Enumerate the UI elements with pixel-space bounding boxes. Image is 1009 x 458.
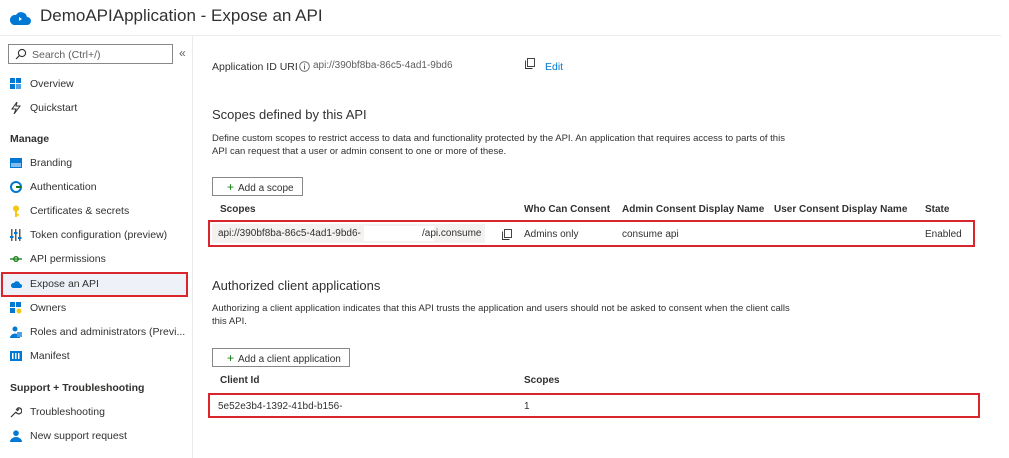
sidebar-item-troubleshooting[interactable]: Troubleshooting [0, 401, 188, 424]
col-client-id: Client Id [220, 375, 260, 386]
app-registration-cloud-icon [9, 12, 31, 25]
clients-heading: Authorized client applications [212, 278, 381, 293]
edit-app-id-link[interactable]: Edit [545, 61, 563, 73]
info-icon[interactable] [299, 61, 310, 72]
collapse-sidebar-icon[interactable]: « [179, 46, 186, 60]
add-client-application-button[interactable]: + Add a client application [212, 348, 350, 367]
scopes-description-line2: API can request that a user or admin con… [212, 146, 507, 157]
sidebar-item-label: Authentication [30, 181, 97, 193]
col-user-consent-display-name: User Consent Display Name [774, 204, 908, 215]
overview-icon [10, 78, 21, 89]
sidebar-item-roles-administrators[interactable]: Roles and administrators (Previ... [0, 321, 188, 344]
app-id-uri-value: api://390bf8ba-86c5-4ad1-9bd6 [313, 60, 453, 71]
col-scopes: Scopes [220, 204, 256, 215]
sidebar-item-label: API permissions [30, 253, 106, 265]
quickstart-icon [11, 102, 21, 114]
sidebar-item-token-configuration[interactable]: Token configuration (preview) [0, 224, 188, 247]
sidebar-item-branding[interactable]: Branding [0, 152, 188, 175]
blade-header: DemoAPIApplication - Expose an API [0, 0, 1009, 36]
sidebar-item-label: Quickstart [30, 102, 78, 114]
search-icon [15, 48, 27, 60]
support-heading: Support + Troubleshooting [10, 382, 145, 394]
add-client-label: Add a client application [238, 354, 341, 365]
copy-icon[interactable] [525, 58, 535, 69]
branding-icon [10, 158, 22, 168]
wrench-icon [10, 407, 22, 418]
col-who-can-consent: Who Can Consent [524, 204, 611, 215]
api-permissions-icon [10, 256, 22, 262]
clients-description-line1: Authorizing a client application indicat… [212, 303, 790, 314]
sidebar-item-quickstart[interactable]: Quickstart [0, 97, 188, 120]
scopes-description-line1: Define custom scopes to restrict access … [212, 133, 785, 144]
scope-row-highlight-box [208, 220, 975, 247]
roles-icon [10, 326, 22, 338]
sidebar-item-label: Overview [30, 78, 74, 90]
key-icon [13, 205, 19, 217]
app-id-uri-label: Application ID URI [212, 61, 298, 73]
sidebar-item-label: Token configuration (preview) [30, 229, 168, 241]
search-input[interactable]: Search (Ctrl+/) [8, 44, 173, 64]
add-scope-label: Add a scope [238, 183, 294, 194]
sidebar-item-label: New support request [30, 430, 127, 442]
manifest-icon [10, 351, 22, 361]
owners-icon [10, 302, 22, 314]
sidebar-item-certificates-secrets[interactable]: Certificates & secrets [0, 200, 188, 223]
support-icon [10, 430, 22, 442]
col-state: State [925, 204, 950, 215]
add-icon: + [227, 351, 235, 365]
add-icon: + [227, 180, 235, 194]
sidebar-item-label: Branding [30, 157, 73, 169]
scopes-heading: Scopes defined by this API [212, 107, 367, 122]
col-admin-consent-display-name: Admin Consent Display Name [622, 204, 765, 215]
add-scope-button[interactable]: + Add a scope [212, 177, 303, 196]
sidebar-item-label: Troubleshooting [30, 406, 105, 418]
sidebar-item-label: Owners [30, 302, 67, 314]
sidebar-highlight-box [1, 272, 188, 297]
sidebar-item-manifest[interactable]: Manifest [0, 345, 188, 368]
sidebar-item-authentication[interactable]: Authentication [0, 176, 188, 199]
col-client-scopes: Scopes [524, 375, 560, 386]
client-row-highlight-box [208, 393, 980, 418]
sidebar-item-overview[interactable]: Overview [0, 73, 188, 96]
sidebar-item-label: Manifest [30, 350, 70, 362]
sidebar-item-label: Roles and administrators (Previ... [30, 326, 186, 338]
sidebar-item-new-support-request[interactable]: New support request [0, 425, 188, 448]
search-placeholder: Search (Ctrl+/) [32, 49, 101, 61]
page-title: DemoAPIApplication - Expose an API [40, 6, 323, 25]
manage-heading: Manage [10, 133, 50, 145]
token-icon [10, 229, 22, 241]
sidebar-item-api-permissions[interactable]: API permissions [0, 248, 188, 271]
sidebar-item-label: Certificates & secrets [30, 205, 130, 217]
sidebar-item-owners[interactable]: Owners [0, 297, 188, 320]
authentication-icon [10, 181, 22, 193]
sidebar: Search (Ctrl+/) « Overview Quickstart Ma… [0, 36, 193, 458]
clients-description-line2: this API. [212, 316, 247, 327]
main-content: Application ID URI api://390bf8ba-86c5-4… [193, 36, 1009, 458]
